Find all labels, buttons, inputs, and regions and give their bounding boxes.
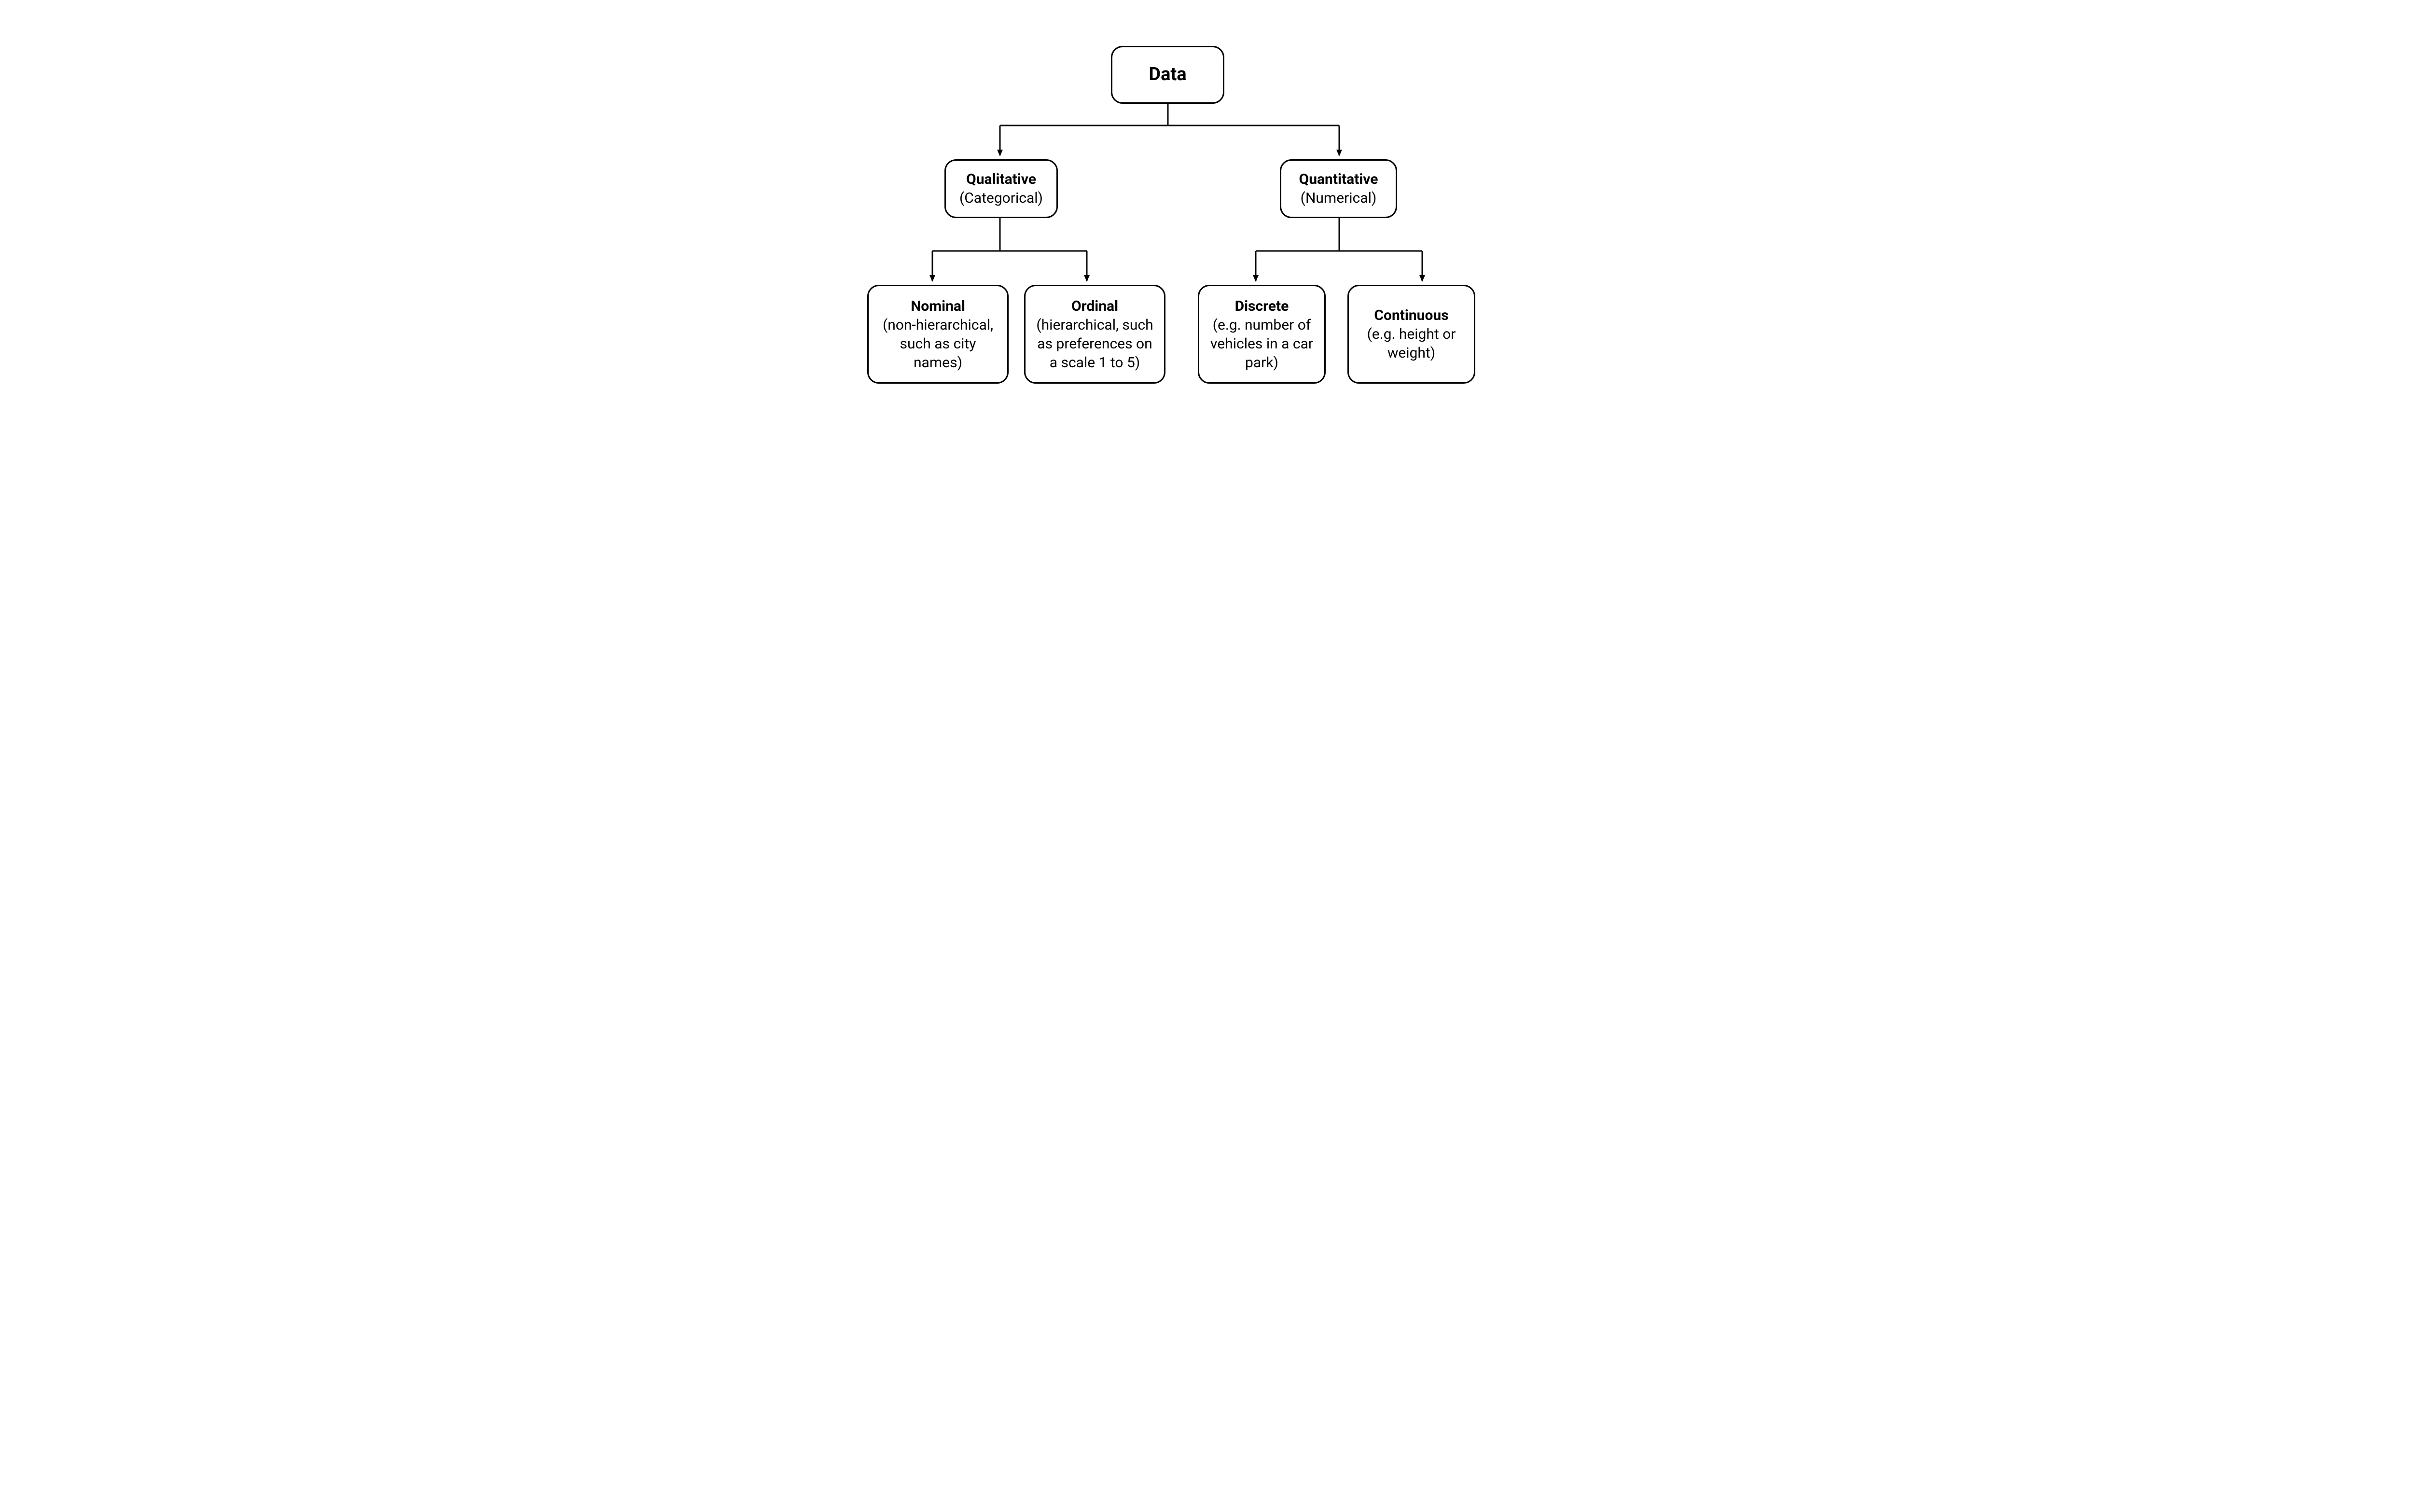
node-continuous-subtitle: (e.g. height or weight) bbox=[1359, 325, 1464, 362]
node-qualitative-title: Qualitative bbox=[966, 170, 1036, 189]
node-continuous: Continuous (e.g. height or weight) bbox=[1347, 285, 1475, 384]
node-qualitative: Qualitative (Categorical) bbox=[944, 159, 1058, 218]
node-ordinal: Ordinal (hierarchical, such as preferenc… bbox=[1024, 285, 1165, 384]
node-ordinal-title: Ordinal bbox=[1071, 297, 1118, 316]
node-discrete-title: Discrete bbox=[1235, 297, 1289, 316]
node-quantitative-title: Quantitative bbox=[1299, 170, 1378, 189]
node-qualitative-subtitle: (Categorical) bbox=[959, 189, 1043, 208]
diagram-canvas: Data Qualitative (Categorical) Quantitat… bbox=[836, 0, 1577, 454]
node-nominal-subtitle: (non-hierarchical, such as city names) bbox=[878, 316, 998, 372]
node-continuous-title: Continuous bbox=[1374, 306, 1448, 325]
node-data-title: Data bbox=[1149, 63, 1186, 86]
node-data: Data bbox=[1111, 46, 1224, 104]
node-nominal: Nominal (non-hierarchical, such as city … bbox=[867, 285, 1009, 384]
node-nominal-title: Nominal bbox=[911, 297, 965, 316]
node-quantitative-subtitle: (Numerical) bbox=[1301, 189, 1377, 208]
node-discrete-subtitle: (e.g. number of vehicles in a car park) bbox=[1209, 316, 1315, 372]
node-ordinal-subtitle: (hierarchical, such as preferences on a … bbox=[1035, 316, 1154, 372]
node-discrete: Discrete (e.g. number of vehicles in a c… bbox=[1198, 285, 1326, 384]
node-quantitative: Quantitative (Numerical) bbox=[1280, 159, 1397, 218]
